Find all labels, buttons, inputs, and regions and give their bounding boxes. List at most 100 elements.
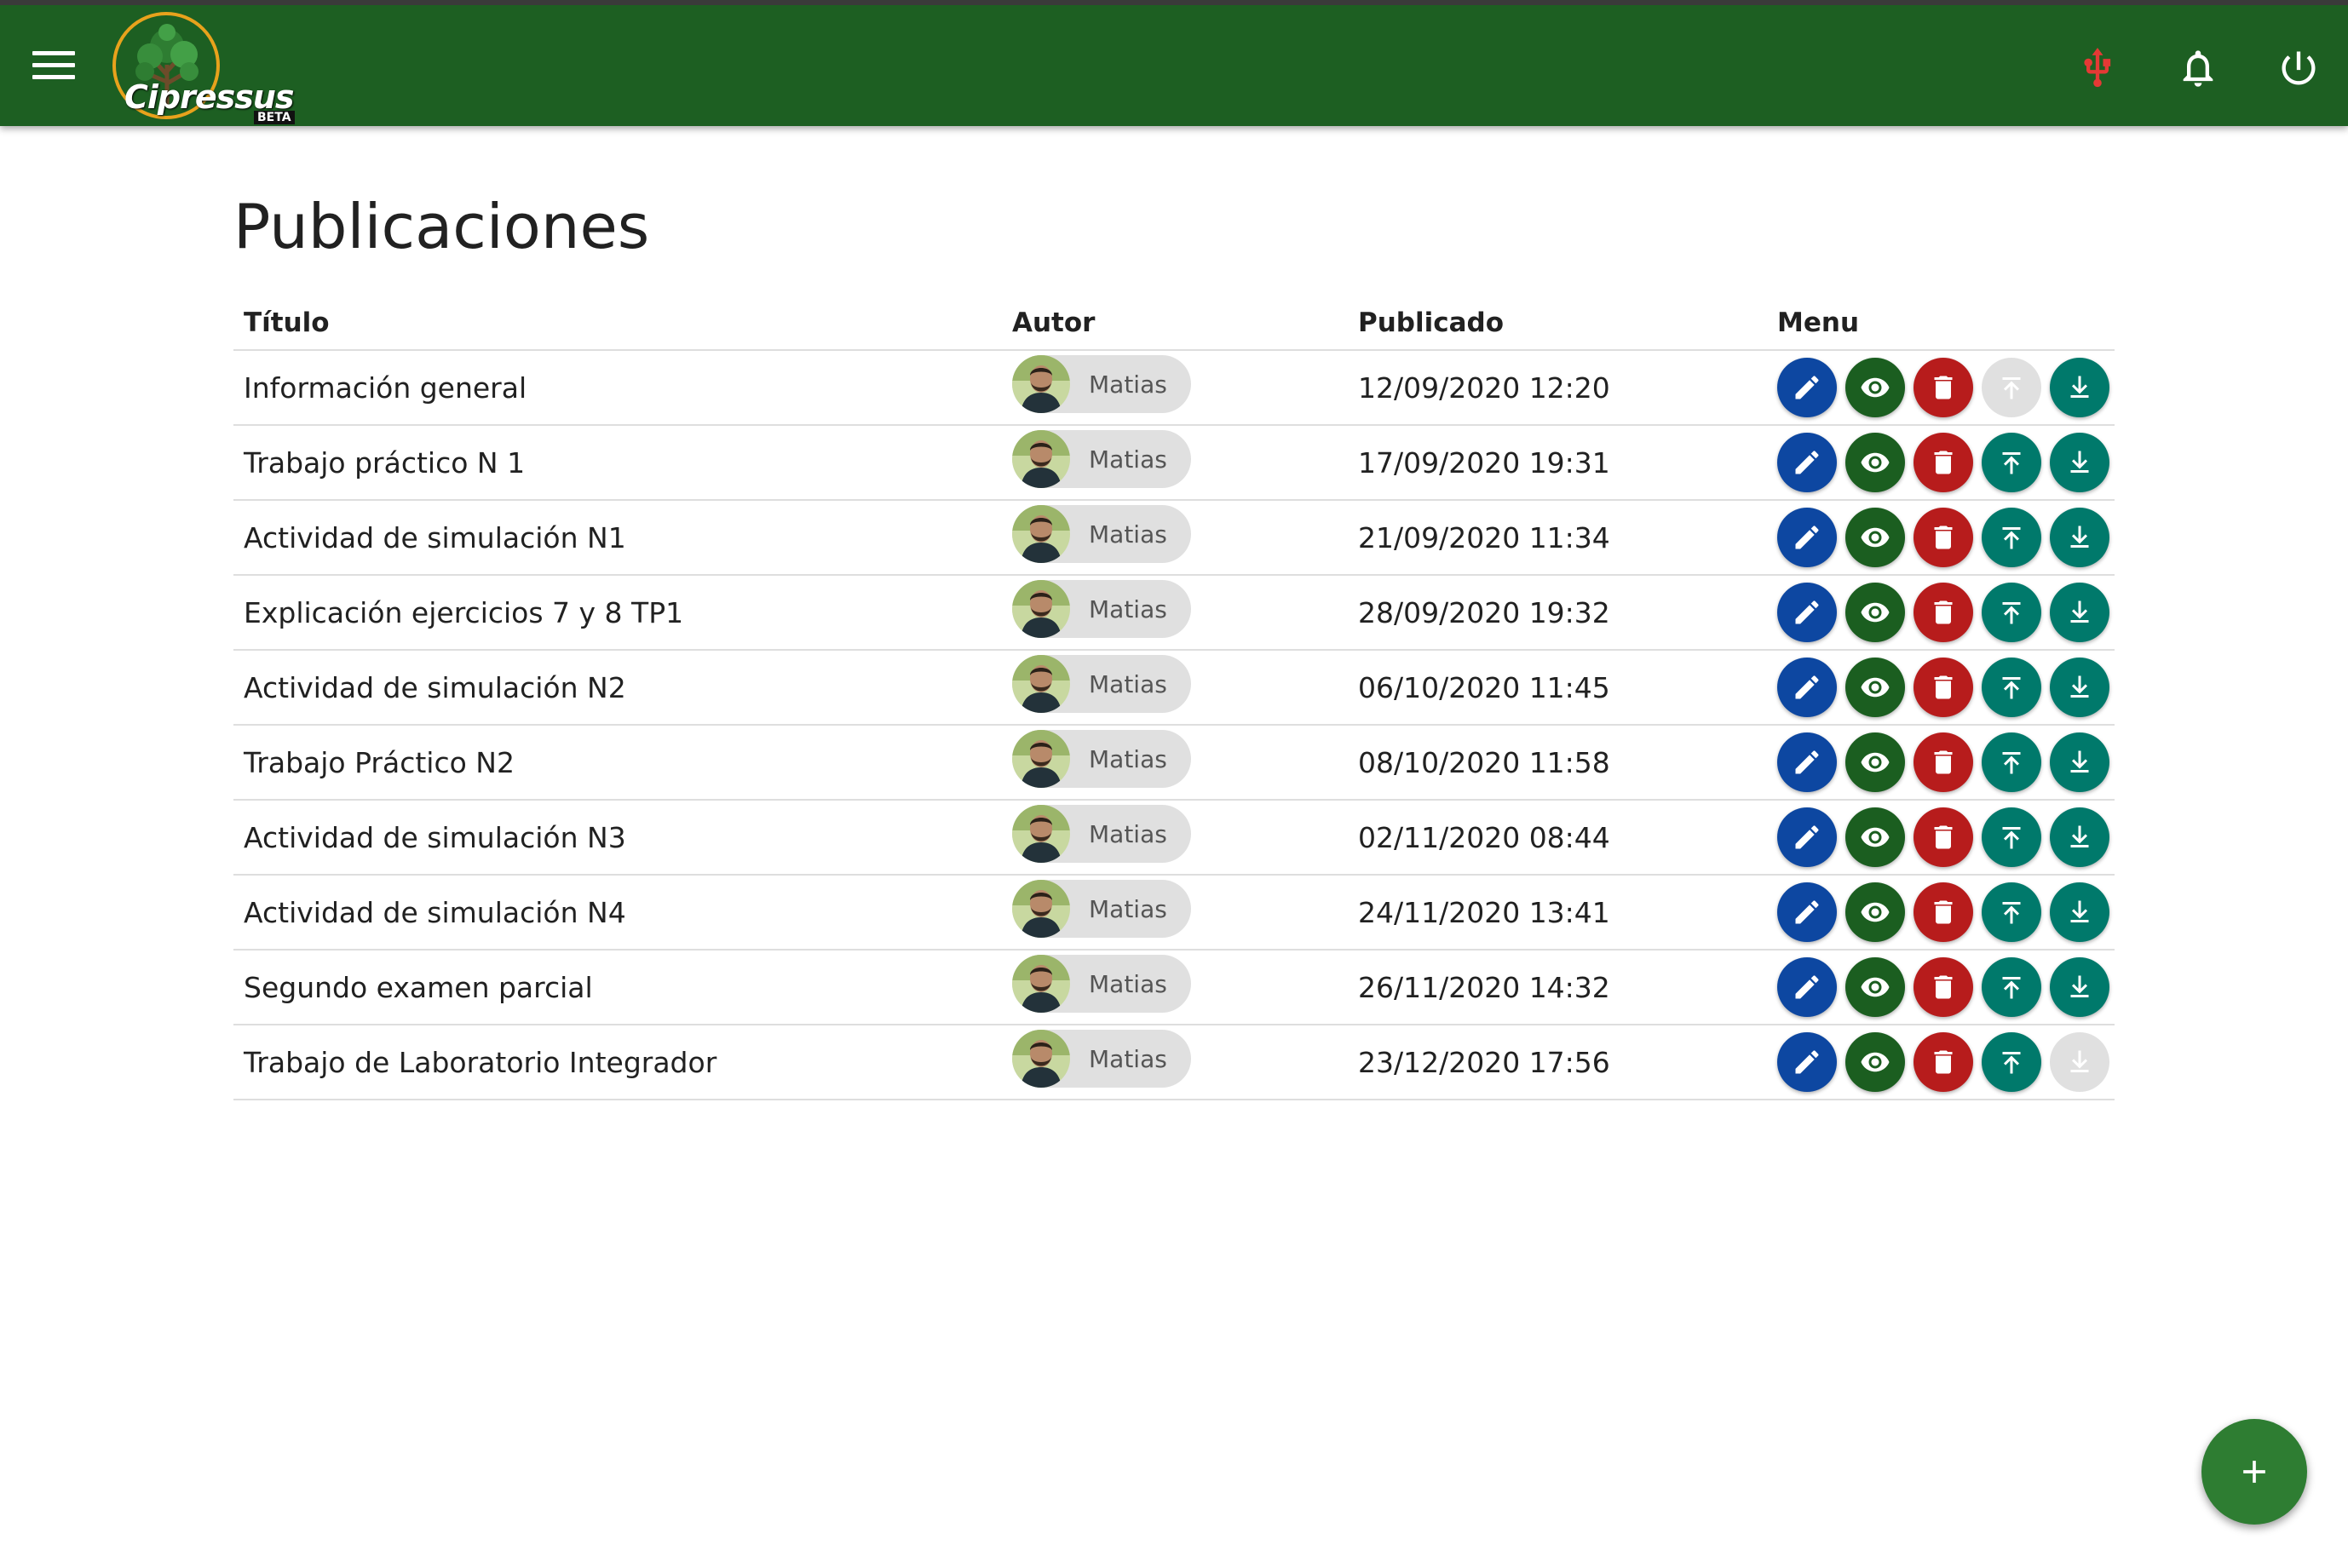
edit-button[interactable] [1777,807,1837,867]
author-chip[interactable]: Matias [1012,505,1191,563]
view-button[interactable] [1845,732,1905,792]
author-chip[interactable]: Matias [1012,430,1191,488]
publication-title[interactable]: Actividad de simulación N3 [233,800,1002,876]
delete-button[interactable] [1914,508,1973,567]
view-button[interactable] [1845,658,1905,717]
edit-button[interactable] [1777,732,1837,792]
bell-icon[interactable] [2176,46,2220,90]
author-chip[interactable]: Matias [1012,580,1191,638]
view-button[interactable] [1845,433,1905,492]
delete-button[interactable] [1914,433,1973,492]
view-button[interactable] [1845,358,1905,417]
delete-button[interactable] [1914,882,1973,942]
row-actions [1777,658,2115,717]
publication-title[interactable]: Explicación ejercicios 7 y 8 TP1 [233,575,1002,651]
edit-button[interactable] [1777,1032,1837,1092]
publication-title[interactable]: Trabajo Práctico N2 [233,725,1002,801]
upload-button[interactable] [1982,508,2041,567]
row-actions [1777,1032,2115,1092]
author-name: Matias [1089,1044,1167,1073]
usb-icon[interactable] [2075,46,2120,90]
author-chip[interactable]: Matias [1012,730,1191,788]
row-actions [1777,807,2115,867]
download-button[interactable] [2050,732,2109,792]
menu-cell [1767,725,2115,801]
author-name: Matias [1089,819,1167,848]
table-row: Trabajo de Laboratorio Integrador Matias 2… [233,1025,2115,1100]
eye-icon [1861,452,1890,473]
upload-button[interactable] [1982,807,2041,867]
delete-button[interactable] [1914,1032,1973,1092]
download-button[interactable] [2050,882,2109,942]
edit-button[interactable] [1777,433,1837,492]
author-chip[interactable]: Matias [1012,880,1191,938]
published-date: 17/09/2020 19:31 [1348,425,1767,501]
edit-button[interactable] [1777,508,1837,567]
trash-icon [1934,600,1953,624]
delete-button[interactable] [1914,732,1973,792]
eye-icon [1861,377,1890,398]
download-button[interactable] [2050,508,2109,567]
download-button[interactable] [2050,433,2109,492]
download-button[interactable] [2050,957,2109,1017]
download-icon [2070,975,2089,997]
edit-icon [1795,526,1819,549]
delete-button[interactable] [1914,358,1973,417]
view-button[interactable] [1845,882,1905,942]
download-button[interactable] [2050,358,2109,417]
beta-badge: BETA [254,111,295,124]
menu-cell [1767,350,2115,426]
author-chip[interactable]: Matias [1012,655,1191,713]
download-button[interactable] [2050,583,2109,642]
published-date: 23/12/2020 17:56 [1348,1025,1767,1100]
edit-button[interactable] [1777,957,1837,1017]
top-app-bar: Cipressus BETA [0,0,2348,126]
upload-button[interactable] [1982,957,2041,1017]
header-title[interactable]: Título [233,296,1002,351]
edit-button[interactable] [1777,583,1837,642]
delete-button[interactable] [1914,658,1973,717]
upload-button[interactable] [1982,1032,2041,1092]
edit-button[interactable] [1777,658,1837,717]
delete-button[interactable] [1914,807,1973,867]
edit-button[interactable] [1777,882,1837,942]
upload-button[interactable] [1982,732,2041,792]
app-logo[interactable]: Cipressus BETA [109,10,305,124]
author-name: Matias [1089,894,1167,923]
delete-button[interactable] [1914,957,1973,1017]
power-icon[interactable] [2276,46,2321,90]
publication-title[interactable]: Actividad de simulación N2 [233,650,1002,726]
author-cell: Matias [1002,350,1348,426]
view-button[interactable] [1845,508,1905,567]
edit-icon [1795,825,1819,849]
download-button[interactable] [2050,807,2109,867]
download-button[interactable] [2050,658,2109,717]
published-date: 12/09/2020 12:20 [1348,350,1767,426]
publication-title[interactable]: Trabajo de Laboratorio Integrador [233,1025,1002,1100]
publication-title[interactable]: Segundo examen parcial [233,950,1002,1025]
author-chip[interactable]: Matias [1012,355,1191,413]
header-author[interactable]: Autor [1002,296,1348,351]
author-chip[interactable]: Matias [1012,955,1191,1013]
upload-button[interactable] [1982,433,2041,492]
view-button[interactable] [1845,807,1905,867]
author-chip[interactable]: Matias [1012,805,1191,863]
menu-icon[interactable] [32,51,75,80]
add-publication-button[interactable] [2201,1419,2307,1525]
upload-icon [2002,902,2021,924]
eye-icon [1861,677,1890,698]
delete-button[interactable] [1914,583,1973,642]
publication-title[interactable]: Trabajo práctico N 1 [233,425,1002,501]
header-published[interactable]: Publicado [1348,296,1767,351]
edit-button[interactable] [1777,358,1837,417]
upload-button[interactable] [1982,583,2041,642]
upload-button[interactable] [1982,882,2041,942]
publication-title[interactable]: Actividad de simulación N4 [233,875,1002,951]
view-button[interactable] [1845,957,1905,1017]
view-button[interactable] [1845,1032,1905,1092]
author-chip[interactable]: Matias [1012,1030,1191,1088]
view-button[interactable] [1845,583,1905,642]
publication-title[interactable]: Información general [233,350,1002,426]
publication-title[interactable]: Actividad de simulación N1 [233,500,1002,576]
upload-button[interactable] [1982,658,2041,717]
